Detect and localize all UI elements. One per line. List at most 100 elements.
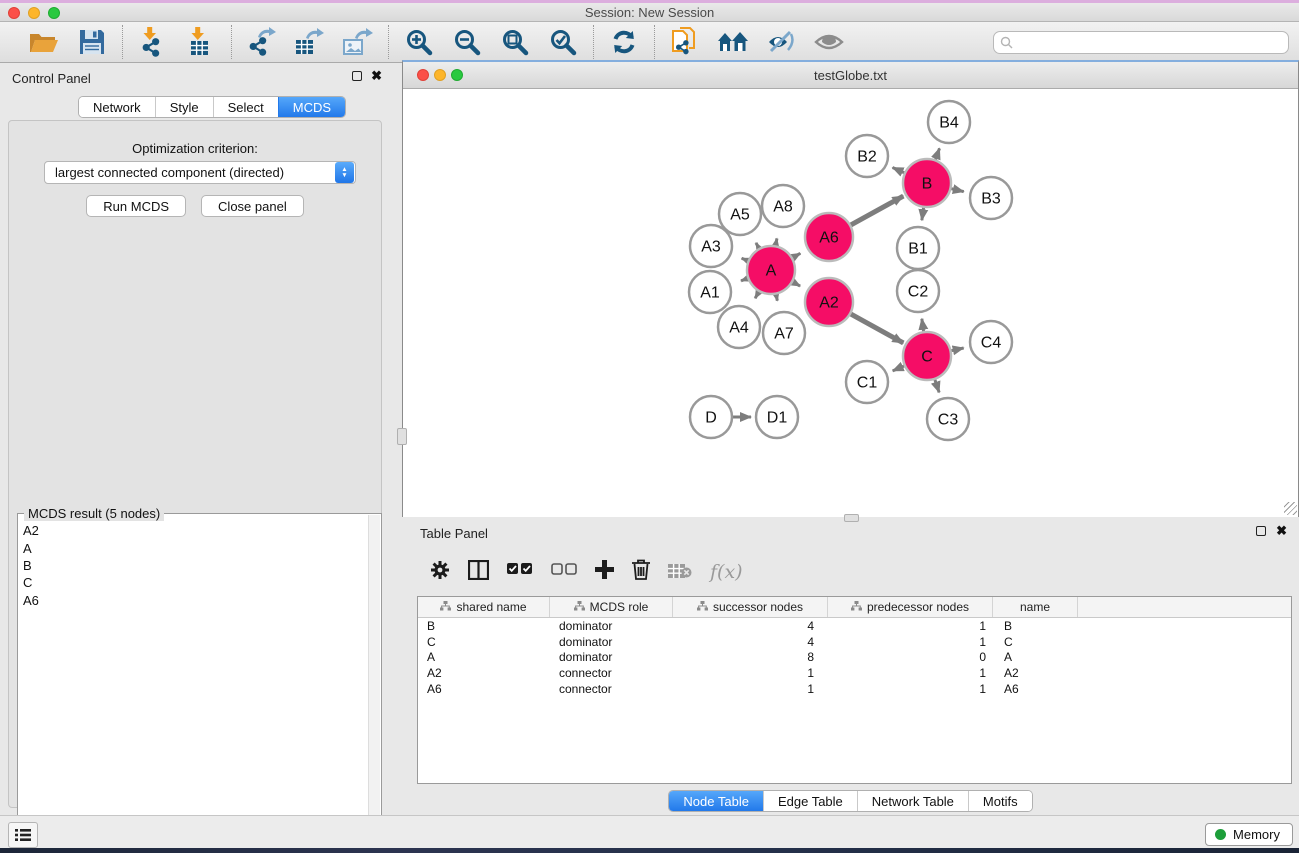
graph-node-A[interactable]: A [747, 246, 795, 294]
tab-edge-table[interactable]: Edge Table [763, 791, 857, 811]
select-all-button[interactable] [507, 563, 533, 581]
tab-motifs[interactable]: Motifs [968, 791, 1032, 811]
table-row[interactable]: A2connector11A2 [418, 665, 1291, 681]
graph-edge-A-A1[interactable] [741, 278, 747, 280]
close-table-panel-icon[interactable]: ✖ [1276, 526, 1287, 536]
graph-edge-B-B1[interactable] [922, 208, 924, 221]
gear-button[interactable] [430, 560, 450, 585]
graph-node-A3[interactable]: A3 [690, 225, 732, 267]
graph-edge-A-A6[interactable] [793, 253, 801, 257]
refresh-button[interactable] [608, 27, 640, 57]
show-eye-button[interactable] [813, 27, 845, 57]
import-table-button[interactable] [185, 27, 217, 57]
network-window-titlebar[interactable]: testGlobe.txt [403, 62, 1298, 89]
graph-node-C[interactable]: C [903, 332, 951, 380]
graph-edge-A-A7[interactable] [776, 294, 777, 300]
import-network-button[interactable] [137, 27, 169, 57]
graph-node-C2[interactable]: C2 [897, 270, 939, 312]
tab-node-table[interactable]: Node Table [669, 791, 763, 811]
graph-node-B4[interactable]: B4 [928, 101, 970, 143]
column-header-successor-nodes[interactable]: successor nodes [673, 597, 828, 617]
vertical-splitter-handle[interactable] [397, 428, 407, 445]
horizontal-splitter-handle[interactable] [844, 514, 859, 522]
deselect-all-button[interactable] [551, 563, 577, 581]
zoom-out-button[interactable] [451, 27, 483, 57]
graph-node-A2[interactable]: A2 [805, 278, 853, 326]
graph-edge-C-C1[interactable] [893, 366, 904, 371]
column-header-shared-name[interactable]: shared name [418, 597, 550, 617]
table-row[interactable]: Adominator80A [418, 649, 1291, 665]
save-session-button[interactable] [76, 27, 108, 57]
tab-select[interactable]: Select [213, 97, 278, 117]
graph-node-B2[interactable]: B2 [846, 135, 888, 177]
graph-edge-A6-B[interactable] [851, 196, 903, 225]
delete-column-button[interactable] [632, 559, 650, 585]
graph-edge-A2-C[interactable] [851, 314, 903, 343]
graph-node-D1[interactable]: D1 [756, 396, 798, 438]
graph-edge-A-A5[interactable] [756, 243, 759, 248]
zoom-fit-button[interactable] [499, 27, 531, 57]
graph-node-C4[interactable]: C4 [970, 321, 1012, 363]
graph-node-A8[interactable]: A8 [762, 185, 804, 227]
graph-edge-C-C3[interactable] [935, 380, 939, 393]
export-image-button[interactable] [342, 27, 374, 57]
tab-network[interactable]: Network [79, 97, 155, 117]
result-list-item[interactable]: A [19, 539, 368, 556]
graph-node-C3[interactable]: C3 [927, 398, 969, 440]
search-box[interactable] [993, 31, 1289, 54]
export-table-button[interactable] [294, 27, 326, 57]
open-file-button[interactable] [28, 27, 60, 57]
float-table-panel-icon[interactable] [1256, 526, 1266, 536]
result-list-item[interactable]: A2 [19, 522, 368, 539]
clone-network-button[interactable] [669, 27, 701, 57]
close-panel-icon[interactable]: ✖ [371, 71, 382, 81]
search-input[interactable] [1013, 34, 1288, 52]
table-row[interactable]: Cdominator41C [418, 634, 1291, 650]
window-resize-grip[interactable] [1284, 502, 1297, 515]
tab-mcds[interactable]: MCDS [278, 97, 345, 117]
graph-edge-B-B3[interactable] [951, 189, 963, 192]
table-row[interactable]: Bdominator41B [418, 618, 1291, 634]
graph-edge-A-A2[interactable] [793, 282, 800, 286]
graph-node-A1[interactable]: A1 [689, 271, 731, 313]
graph-node-B[interactable]: B [903, 159, 951, 207]
memory-button[interactable]: Memory [1205, 823, 1293, 846]
hide-details-button[interactable] [765, 27, 797, 57]
graph-node-B3[interactable]: B3 [970, 177, 1012, 219]
task-history-button[interactable] [8, 822, 38, 848]
cybrowser-button[interactable] [717, 27, 749, 57]
graph-edge-A-A4[interactable] [755, 292, 759, 298]
zoom-selected-button[interactable] [547, 27, 579, 57]
result-list-item[interactable]: B [19, 557, 368, 574]
graph-edge-C-C2[interactable] [922, 319, 924, 332]
add-column-button[interactable] [595, 560, 614, 584]
graph-edge-A-A8[interactable] [776, 238, 777, 245]
graph-node-A5[interactable]: A5 [719, 193, 761, 235]
float-panel-icon[interactable] [352, 71, 362, 81]
graph-edge-A-A3[interactable] [742, 258, 748, 260]
zoom-in-button[interactable] [403, 27, 435, 57]
run-mcds-button[interactable]: Run MCDS [86, 195, 186, 217]
graph-edge-C-C4[interactable] [951, 348, 963, 351]
result-list-item[interactable]: C [19, 574, 368, 591]
close-panel-button[interactable]: Close panel [201, 195, 304, 217]
graph-node-A7[interactable]: A7 [763, 312, 805, 354]
tab-style[interactable]: Style [155, 97, 213, 117]
graph-edge-B-B4[interactable] [935, 148, 939, 159]
tab-network-table[interactable]: Network Table [857, 791, 968, 811]
table-row[interactable]: A6connector11A6 [418, 681, 1291, 697]
criterion-select[interactable]: largest connected component (directed) ▲… [44, 161, 356, 184]
graph-node-C1[interactable]: C1 [846, 361, 888, 403]
export-network-button[interactable] [246, 27, 278, 57]
graph-node-A4[interactable]: A4 [718, 306, 760, 348]
column-header-MCDS-role[interactable]: MCDS role [550, 597, 673, 617]
graph-edge-B-B2[interactable] [893, 167, 905, 172]
result-scrollbar[interactable] [368, 515, 380, 853]
column-header-predecessor-nodes[interactable]: predecessor nodes [828, 597, 993, 617]
graph-node-D[interactable]: D [690, 396, 732, 438]
graph-node-B1[interactable]: B1 [897, 227, 939, 269]
graph-node-A6[interactable]: A6 [805, 213, 853, 261]
result-list-item[interactable]: A6 [19, 592, 368, 609]
column-selector-button[interactable] [468, 560, 489, 585]
column-header-name[interactable]: name [993, 597, 1078, 617]
